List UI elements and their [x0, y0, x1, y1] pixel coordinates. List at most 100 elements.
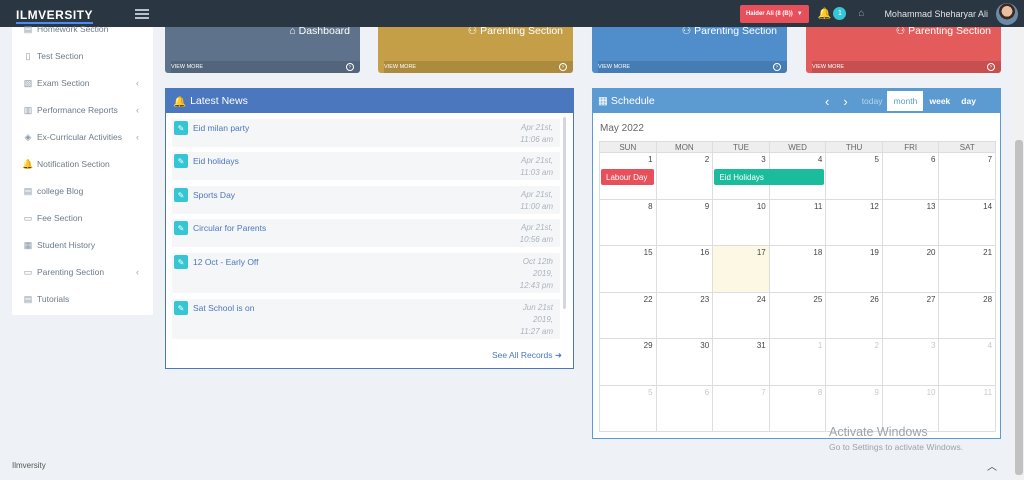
- stat-card-dashboard[interactable]: ⌂ Dashboard VIEW MORE ›: [165, 27, 360, 73]
- scrollbar-thumb[interactable]: [1015, 140, 1023, 475]
- calendar-week-row: 8 9 10 11 12 13 14: [599, 199, 997, 246]
- calendar-day-cell[interactable]: 21: [939, 246, 997, 293]
- view-more-link[interactable]: VIEW MORE: [598, 61, 787, 73]
- week-view-button[interactable]: week: [929, 96, 950, 106]
- menu-toggle-icon[interactable]: [135, 8, 149, 19]
- arrow-circle-right-icon[interactable]: ›: [559, 63, 567, 71]
- bell-icon: 🔔: [22, 158, 34, 169]
- calendar-day-cell[interactable]: 1: [769, 339, 827, 386]
- calendar-day-cell[interactable]: 10: [713, 199, 770, 246]
- user-name[interactable]: Mohammad Sheharyar Ali: [884, 9, 988, 19]
- stat-card-parenting-section[interactable]: ⚇ Parenting Section VIEW MORE ›: [806, 27, 1001, 73]
- list-item[interactable]: ✎ Sat School is on Jun 21st 2019, 11:27 am: [172, 299, 560, 339]
- calendar-day-cell[interactable]: 30: [656, 339, 714, 386]
- list-item[interactable]: ✎ Circular for Parents Apr 21st, 10:56 am: [172, 219, 560, 247]
- calendar-day-cell[interactable]: 13: [882, 199, 940, 246]
- stat-card-label: Parenting Section: [480, 27, 563, 37]
- news-title[interactable]: Circular for Parents: [193, 223, 266, 233]
- stat-card-parenting-section[interactable]: ⚇ Parenting Section VIEW MORE ›: [378, 27, 573, 73]
- bell-icon[interactable]: 🔔: [818, 7, 832, 20]
- calendar-day-cell[interactable]: 27: [882, 292, 940, 339]
- sidebar-item-college-blog[interactable]: ▤ college Blog: [12, 181, 153, 201]
- calendar-day-cell[interactable]: 12: [826, 199, 883, 246]
- view-more-link[interactable]: VIEW MORE: [812, 61, 1001, 73]
- see-all-records-link[interactable]: See All Records ➜: [492, 350, 562, 361]
- view-more-link[interactable]: VIEW MORE: [171, 61, 360, 73]
- sidebar-item-performance-reports[interactable]: ▥ Performance Reports ‹: [12, 100, 153, 120]
- calendar-day-cell[interactable]: 14: [939, 199, 997, 246]
- calendar-day-cell[interactable]: 28: [939, 292, 997, 339]
- weekday-label: SAT: [959, 143, 975, 152]
- news-title[interactable]: Sports Day: [193, 190, 235, 200]
- calendar-day-cell[interactable]: 20: [882, 246, 940, 293]
- calendar-day-cell[interactable]: 3: [882, 339, 940, 386]
- scroll-to-top-icon[interactable]: ︿: [987, 458, 997, 473]
- list-item[interactable]: ✎ Eid holidays Apr 21st, 11:03 am: [172, 152, 560, 180]
- calendar-day-cell[interactable]: 5: [600, 385, 657, 432]
- list-item[interactable]: ✎ Sports Day Apr 21st, 11:00 am: [172, 186, 560, 214]
- day-view-button[interactable]: day: [961, 96, 976, 106]
- avatar[interactable]: [996, 2, 1018, 25]
- stat-card-parenting-section[interactable]: ⚇ Parenting Section VIEW MORE ›: [592, 27, 787, 73]
- calendar-day-cell[interactable]: 4: [939, 339, 997, 386]
- calendar-day-cell[interactable]: 31: [713, 339, 770, 386]
- calendar-icon: ▦: [598, 95, 608, 107]
- news-title[interactable]: Sat School is on: [193, 303, 254, 313]
- month-view-button[interactable]: month: [887, 91, 924, 111]
- child-selector-dropdown[interactable]: Haider Ali (8 (B)) ▼: [739, 4, 809, 23]
- calendar-day-cell[interactable]: 6: [882, 153, 940, 200]
- sidebar-item-test-section[interactable]: ▯ Test Section: [12, 46, 153, 66]
- page-scrollbar[interactable]: [1014, 27, 1024, 480]
- calendar-day-cell[interactable]: 15: [600, 246, 657, 293]
- sidebar-item-student-history[interactable]: ▦ Student History: [12, 235, 153, 255]
- calendar-day-cell[interactable]: 5: [826, 153, 883, 200]
- arrow-circle-right-icon[interactable]: ›: [773, 63, 781, 71]
- calendar-day-cell[interactable]: 8: [600, 199, 657, 246]
- calendar-day-cell[interactable]: 8: [769, 385, 827, 432]
- arrow-circle-right-icon[interactable]: ›: [346, 63, 354, 71]
- today-button[interactable]: today: [862, 96, 883, 106]
- calendar-day-cell[interactable]: 7: [713, 385, 770, 432]
- calendar-day-cell[interactable]: 23: [656, 292, 714, 339]
- sidebar-item-notification-section[interactable]: 🔔 Notification Section: [12, 154, 153, 174]
- calendar-day-cell[interactable]: 18: [769, 246, 827, 293]
- calendar-day-cell[interactable]: 17: [713, 246, 770, 293]
- calendar-day-cell[interactable]: 7: [939, 153, 997, 200]
- prev-month-button[interactable]: ‹: [825, 94, 829, 109]
- calendar-day-cell[interactable]: 25: [769, 292, 827, 339]
- list-item[interactable]: ✎ 12 Oct - Early Off Oct 12th 2019, 12:43 …: [172, 253, 560, 293]
- next-month-button[interactable]: ›: [843, 94, 847, 109]
- calendar-day-cell[interactable]: 22: [600, 292, 657, 339]
- schedule-title: Schedule: [610, 95, 655, 107]
- calendar-event[interactable]: Eid Holidays: [714, 169, 824, 185]
- calendar-day-cell[interactable]: 9: [656, 199, 714, 246]
- news-scrollbar[interactable]: [563, 117, 566, 309]
- calendar-day-cell[interactable]: 2: [656, 153, 714, 200]
- calendar-event[interactable]: Labour Day: [601, 169, 654, 185]
- arrow-circle-right-icon[interactable]: ›: [987, 63, 995, 71]
- calendar-day-cell[interactable]: 6: [656, 385, 714, 432]
- calendar-day-cell[interactable]: 19: [826, 246, 883, 293]
- sidebar-item-tutorials[interactable]: ▤ Tutorials: [12, 289, 153, 309]
- sidebar-item-parenting-section[interactable]: ▭ Parenting Section ‹: [12, 262, 153, 282]
- inbox-icon[interactable]: ⌂: [858, 8, 864, 19]
- news-title[interactable]: 12 Oct - Early Off: [193, 257, 259, 267]
- notification-badge[interactable]: 1: [833, 7, 847, 20]
- view-more-link[interactable]: VIEW MORE: [384, 61, 573, 73]
- news-title[interactable]: Eid holidays: [193, 156, 239, 166]
- calendar-day-cell[interactable]: 2: [826, 339, 883, 386]
- weekday-label: SUN: [600, 142, 657, 152]
- calendar-day-cell[interactable]: 29: [600, 339, 657, 386]
- calendar-day-cell[interactable]: 11: [769, 199, 827, 246]
- sidebar-item-ex-curricular-activities[interactable]: ◈ Ex-Curricular Activities ‹: [12, 127, 153, 147]
- clipboard-icon: ▧: [23, 77, 33, 88]
- list-item[interactable]: ✎ Eid milan party Apr 21st, 11:06 am: [172, 119, 560, 147]
- sidebar-item-homework-section[interactable]: ▤ Homework Section: [12, 19, 153, 39]
- sidebar-item-exam-section[interactable]: ▧ Exam Section ‹: [12, 73, 153, 93]
- news-title[interactable]: Eid milan party: [193, 123, 249, 133]
- calendar-day-cell[interactable]: 16: [656, 246, 714, 293]
- sidebar-item-label: Homework Section: [37, 24, 109, 34]
- calendar-day-cell[interactable]: 24: [713, 292, 770, 339]
- calendar-day-cell[interactable]: 26: [826, 292, 883, 339]
- sidebar-item-fee-section[interactable]: ▭ Fee Section: [12, 208, 153, 228]
